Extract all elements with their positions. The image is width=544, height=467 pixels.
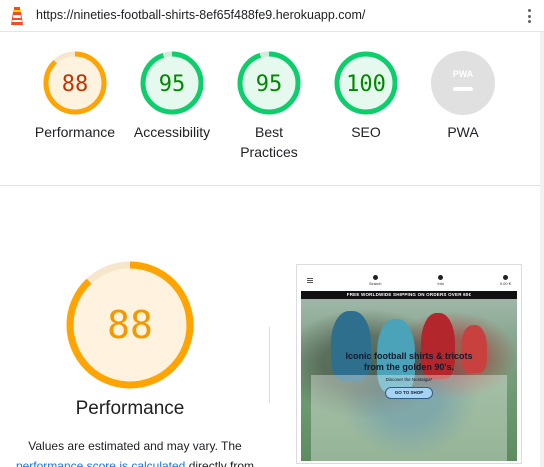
site-nav-account: Info bbox=[437, 274, 445, 286]
hero-subtitle: Discover the Nostalgia* bbox=[385, 377, 433, 382]
hero-title-line1: Iconic football shirts & tricots bbox=[345, 351, 473, 361]
more-vert-icon[interactable] bbox=[524, 6, 534, 26]
gauge-score-seo: 100 bbox=[346, 72, 386, 97]
shipping-banner: FREE WORLDWIDE SHIPPING ON ORDERS OVER 6… bbox=[301, 291, 517, 299]
gauge-label-pwa: PWA bbox=[447, 124, 479, 140]
page-url[interactable]: https://nineties-football-shirts-8ef65f4… bbox=[36, 8, 365, 22]
final-screenshot[interactable]: Search Info 0.00 € FREE WORLDWIDE SHIPPI… bbox=[296, 264, 522, 464]
gauge-ring-seo: 100 bbox=[334, 51, 398, 115]
gauge-label-seo: SEO bbox=[351, 124, 381, 140]
performance-score-large: 88 bbox=[107, 303, 153, 347]
hero-title-line2: from the golden 90's. bbox=[363, 362, 455, 372]
lighthouse-icon bbox=[11, 7, 23, 25]
url-bar: https://nineties-football-shirts-8ef65f4… bbox=[0, 0, 544, 32]
scrollbar[interactable] bbox=[540, 32, 544, 467]
site-nav-cart: 0.00 € bbox=[499, 274, 511, 286]
site-nav-account-label: Info bbox=[437, 280, 445, 286]
site-nav-cart-label: 0.00 € bbox=[499, 280, 511, 286]
score-gauges: 88 Performance 95 Accessibility 95 Best … bbox=[0, 32, 540, 186]
gauge-score-best-practices: 95 bbox=[256, 72, 283, 97]
gauge-best-practices[interactable]: 95 Best Practices bbox=[219, 50, 319, 162]
gauge-label-performance: Performance bbox=[34, 124, 116, 140]
performance-note: Values are estimated and may vary. The p… bbox=[0, 436, 270, 467]
go-to-shop-button: GO TO SHOP bbox=[385, 387, 433, 399]
site-nav-search-label: Search bbox=[368, 280, 382, 286]
performance-gauge-large: 88 bbox=[66, 261, 194, 389]
section-divider bbox=[269, 327, 270, 403]
gauge-ring-accessibility: 95 bbox=[140, 51, 204, 115]
gauge-seo[interactable]: 100 SEO bbox=[316, 50, 416, 142]
gauge-ring-best-practices: 95 bbox=[237, 51, 301, 115]
gauge-label-best-practices: Best Practices bbox=[219, 122, 319, 162]
gauge-label-accessibility: Accessibility bbox=[133, 124, 211, 140]
performance-note-suffix: directly from bbox=[185, 459, 255, 467]
gauge-ring-performance: 88 bbox=[43, 51, 107, 115]
hero-title: Iconic football shirts & tricots from th… bbox=[311, 351, 507, 373]
gauge-label-best-practices-line1: Best bbox=[254, 124, 283, 140]
pwa-badge-icon: PWA bbox=[431, 51, 495, 115]
site-navbar: Search Info 0.00 € bbox=[301, 269, 517, 291]
user-icon bbox=[438, 274, 444, 280]
gauge-performance[interactable]: 88 Performance bbox=[25, 50, 125, 142]
hamburger-menu-icon bbox=[307, 277, 313, 283]
gauge-score-accessibility: 95 bbox=[159, 72, 186, 97]
performance-note-prefix: Values are estimated and may vary. The bbox=[28, 439, 242, 453]
performance-title: Performance bbox=[75, 398, 185, 419]
performance-score-link[interactable]: performance score is calculated bbox=[16, 459, 185, 467]
gauge-score-performance: 88 bbox=[62, 72, 89, 97]
gauge-label-best-practices-line2: Practices bbox=[240, 144, 298, 160]
pwa-badge-text: PWA bbox=[453, 69, 474, 79]
gauge-accessibility[interactable]: 95 Accessibility bbox=[122, 50, 222, 142]
gauge-pwa[interactable]: PWA PWA bbox=[413, 50, 513, 142]
cart-icon bbox=[502, 274, 508, 280]
site-nav-search: Search bbox=[368, 274, 382, 286]
search-icon bbox=[372, 274, 378, 280]
screenshot-viewport: Search Info 0.00 € FREE WORLDWIDE SHIPPI… bbox=[301, 269, 517, 461]
